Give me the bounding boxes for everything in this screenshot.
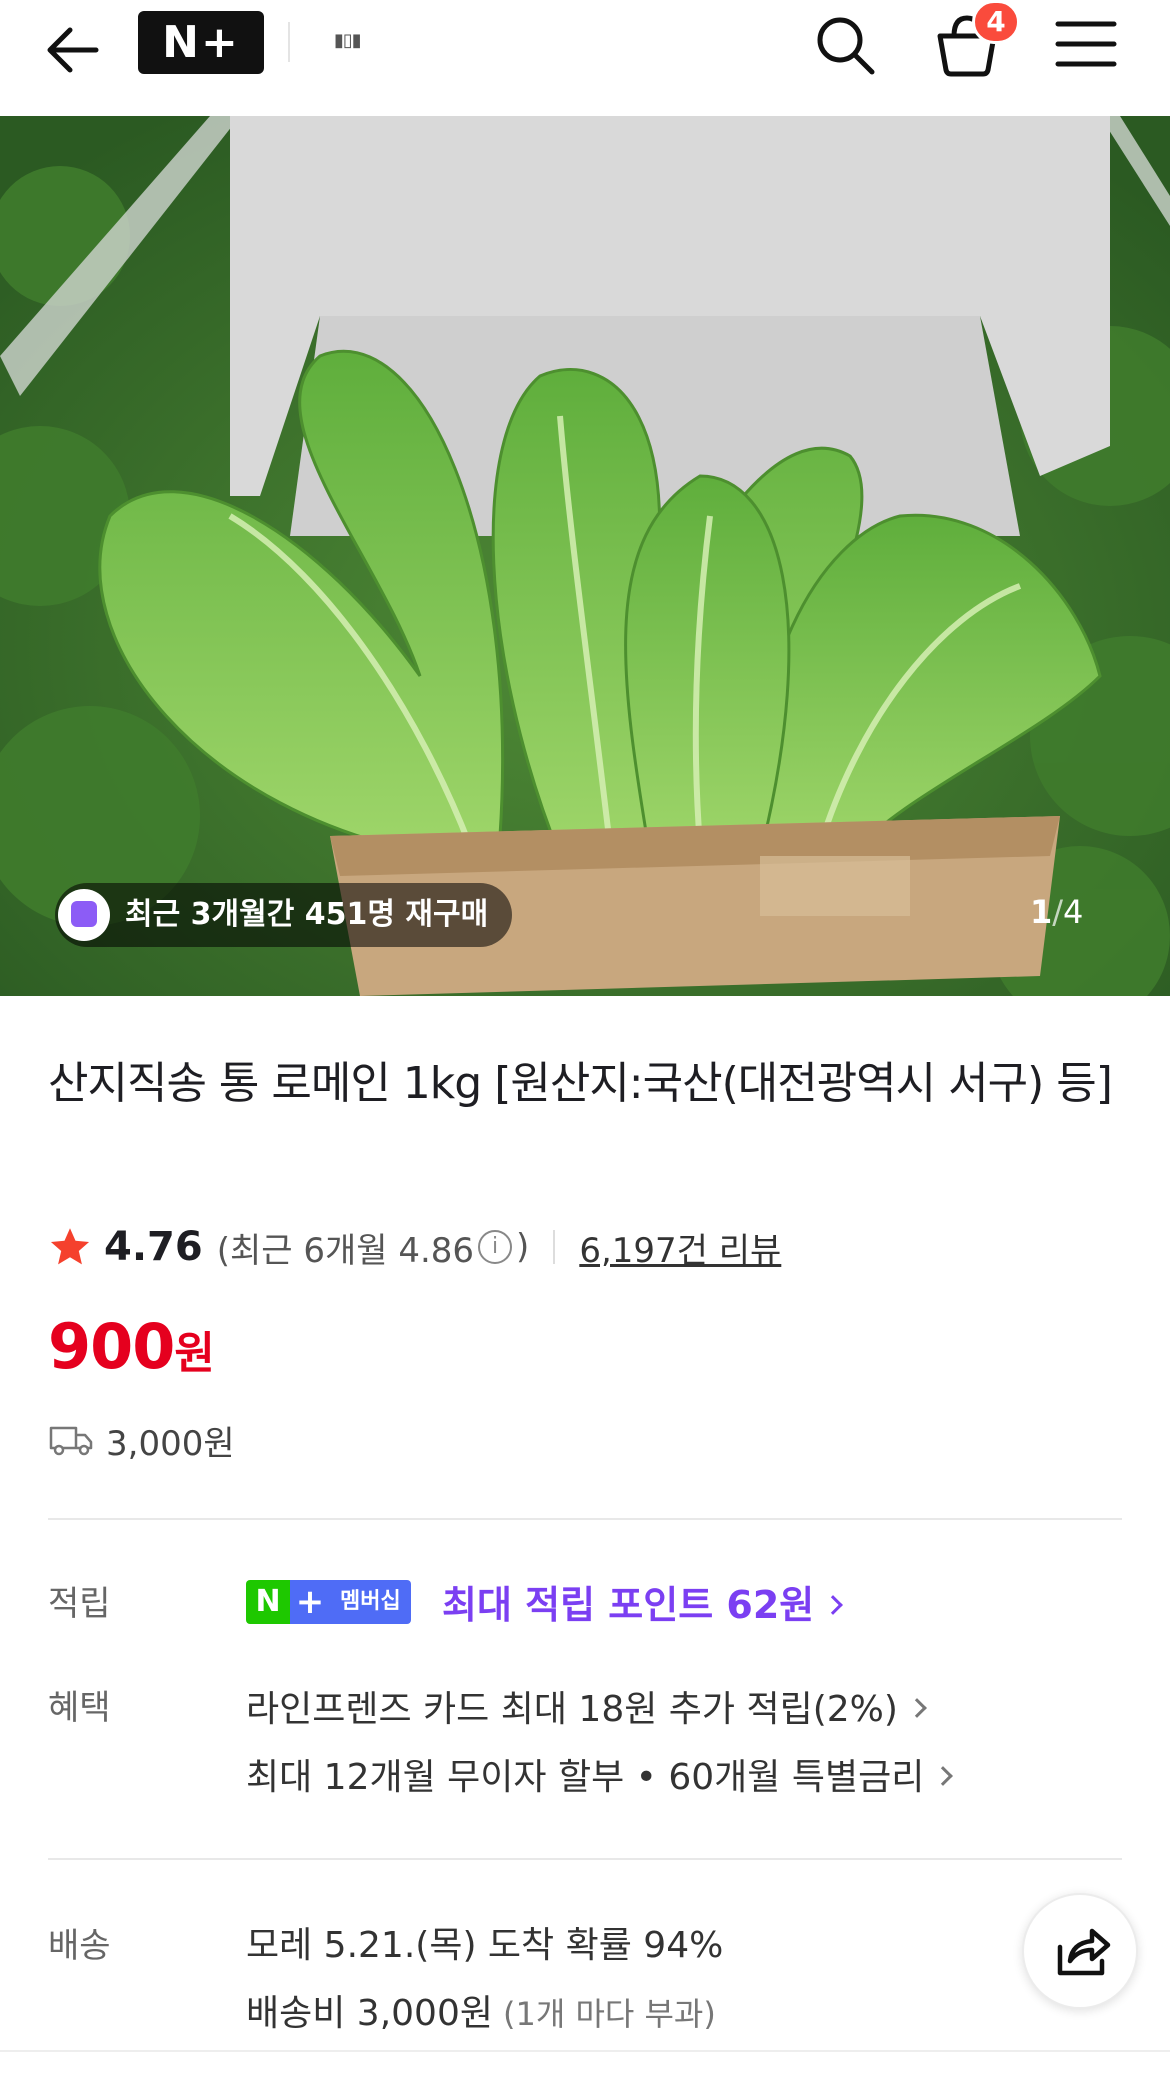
points-label: 적립 <box>48 1584 111 1624</box>
search-button[interactable] <box>810 10 880 80</box>
cart-count-badge: 4 <box>972 0 1020 44</box>
back-button[interactable] <box>40 18 104 82</box>
recent-rating-text: (최근 6개월 4.86 <box>216 1230 475 1271</box>
star-icon <box>50 1228 90 1265</box>
delivery-fee: 배송비 3,000원 <box>246 1993 493 2034</box>
price-value: 900 <box>48 1310 175 1383</box>
shipping-fee: 3,000원 <box>106 1423 235 1464</box>
membership-badge-plus: + <box>290 1580 330 1624</box>
card-benefit-link[interactable]: 라인프렌즈 카드 최대 18원 추가 적립(2%) <box>246 1680 927 1732</box>
installment-benefit-link[interactable]: 최대 12개월 무이자 할부 • 60개월 특별금리 <box>246 1748 954 1800</box>
share-icon <box>1057 1928 1111 1976</box>
chevron-right-icon <box>823 1594 844 1615</box>
share-button[interactable] <box>1022 1893 1138 2009</box>
hamburger-menu-icon <box>1055 21 1117 67</box>
arrow-left-icon <box>47 27 99 73</box>
truck-icon <box>49 1426 93 1456</box>
info-icon[interactable]: i <box>478 1230 513 1264</box>
search-icon <box>817 17 875 75</box>
store-brand-mark[interactable]: ▮▯▮ <box>334 30 362 51</box>
logo-divider <box>288 22 290 62</box>
benefit-label: 혜택 <box>48 1688 111 1728</box>
delivery-fee-row: 배송비 3,000원 (1개 마다 부과) <box>246 1984 716 2036</box>
top-header: N+ ▮▯▮ 4 <box>0 0 1170 116</box>
card-benefit-text: 라인프렌즈 카드 최대 18원 추가 적립(2%) <box>246 1689 898 1730</box>
shopping-bag-icon-inner <box>71 901 97 927</box>
section-divider <box>48 1858 1122 1860</box>
naver-plus-logo[interactable]: N+ <box>138 11 264 74</box>
recent-rating-close: ) <box>516 1227 530 1267</box>
menu-button[interactable] <box>1054 14 1118 74</box>
chevron-right-icon <box>933 1766 954 1786</box>
delivery-label: 배송 <box>48 1926 111 1966</box>
review-count-link[interactable]: 6,197건 리뷰 <box>579 1223 781 1272</box>
installment-benefit-text: 최대 12개월 무이자 할부 • 60개월 특별금리 <box>246 1757 925 1798</box>
product-title: 산지직송 통 로메인 1kg [원산지:국산(대전광역시 서구) 등] <box>48 1058 1113 1109</box>
membership-badge: N + 멤버십 <box>246 1580 411 1624</box>
page-total: 4 <box>1063 893 1084 931</box>
romaine-lettuce-box-photo <box>0 116 1170 996</box>
bottom-divider <box>0 2050 1170 2052</box>
delivery-arrival: 모레 5.21.(목) 도착 확률 94% <box>246 1925 724 1966</box>
membership-badge-text: 멤버십 <box>330 1580 411 1624</box>
section-divider <box>48 1518 1122 1520</box>
shipping-fee-row: 3,000원 <box>48 1418 235 1464</box>
max-points-text: 최대 적립 포인트 62원 <box>442 1583 815 1627</box>
max-points-link[interactable]: 최대 적립 포인트 62원 <box>442 1574 844 1629</box>
delivery-fee-note: (1개 마다 부과) <box>502 1995 716 2033</box>
rating-row: 4.76 (최근 6개월 4.86 i ) 6,197건 리뷰 <box>48 1222 781 1272</box>
price: 900원 <box>48 1310 215 1383</box>
image-page-indicator: 1/4 <box>1030 893 1083 931</box>
product-image-carousel[interactable] <box>0 116 1170 996</box>
rating-value: 4.76 <box>104 1224 203 1270</box>
repurchase-badge: 최근 3개월간 451명 재구매 <box>55 883 513 947</box>
page-current: 1 <box>1030 893 1053 931</box>
page-separator: / <box>1052 893 1064 931</box>
price-unit: 원 <box>174 1328 215 1379</box>
chevron-right-icon <box>907 1698 927 1718</box>
rating-divider <box>553 1230 556 1264</box>
membership-badge-n: N <box>246 1580 290 1624</box>
